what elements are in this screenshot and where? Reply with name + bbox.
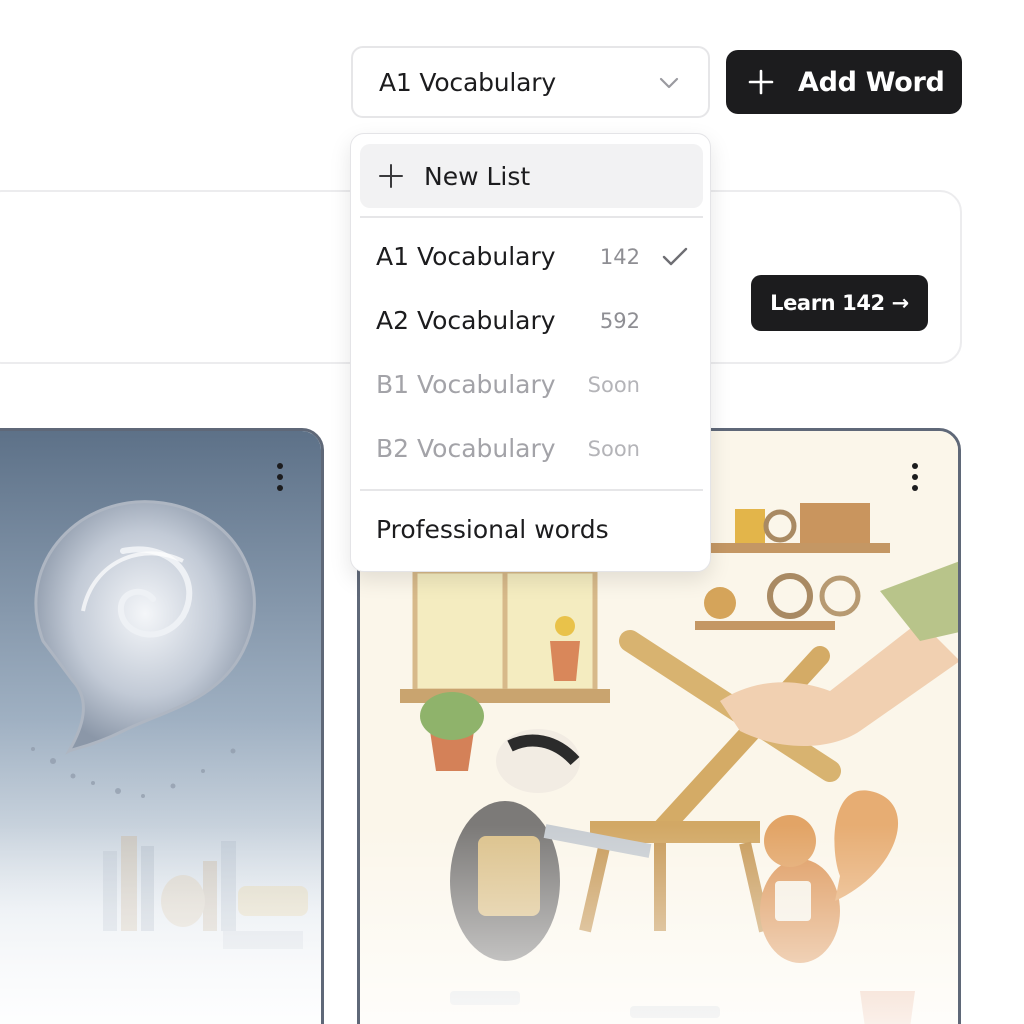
list-option-count: 592 — [599, 309, 640, 333]
list-option-b2: B2 Vocabulary Soon — [351, 422, 712, 480]
list-option-name: A1 Vocabulary — [376, 242, 556, 271]
plus-icon — [379, 164, 403, 188]
checkmark-icon — [662, 247, 688, 266]
list-option-name: B1 Vocabulary — [376, 370, 556, 399]
kebab-icon[interactable] — [273, 463, 287, 497]
list-option-name: A2 Vocabulary — [376, 306, 556, 335]
list-select-dropdown[interactable]: A1 Vocabulary — [351, 46, 710, 118]
learn-button[interactable]: Learn 142 → — [751, 275, 928, 331]
menu-divider — [360, 489, 703, 491]
list-option-name: B2 Vocabulary — [376, 434, 556, 463]
add-word-button[interactable]: Add Word — [726, 50, 962, 114]
list-option-a2[interactable]: A2 Vocabulary 592 — [351, 294, 712, 352]
list-option-status: Soon — [587, 373, 640, 397]
chevron-down-icon — [659, 77, 679, 89]
list-dropdown-menu: New List A1 Vocabulary 142 A2 Vocabulary… — [350, 133, 711, 572]
list-select-value: A1 Vocabulary — [379, 67, 556, 97]
new-list-label: New List — [424, 161, 531, 191]
kebab-icon[interactable] — [908, 463, 922, 497]
image-fade — [0, 825, 321, 1024]
new-list-button[interactable]: New List — [360, 144, 703, 208]
list-option-status: Soon — [587, 437, 640, 461]
list-option-b1: B1 Vocabulary Soon — [351, 358, 712, 416]
word-card[interactable] — [0, 428, 324, 1024]
list-option-name: Professional words — [376, 515, 609, 544]
menu-divider — [360, 216, 703, 218]
list-option-professional[interactable]: Professional words — [351, 503, 712, 561]
list-option-a1[interactable]: A1 Vocabulary 142 — [351, 230, 712, 288]
add-word-label: Add Word — [798, 66, 945, 98]
image-fade — [360, 825, 958, 1024]
list-option-count: 142 — [599, 245, 640, 269]
plus-icon — [748, 69, 774, 95]
